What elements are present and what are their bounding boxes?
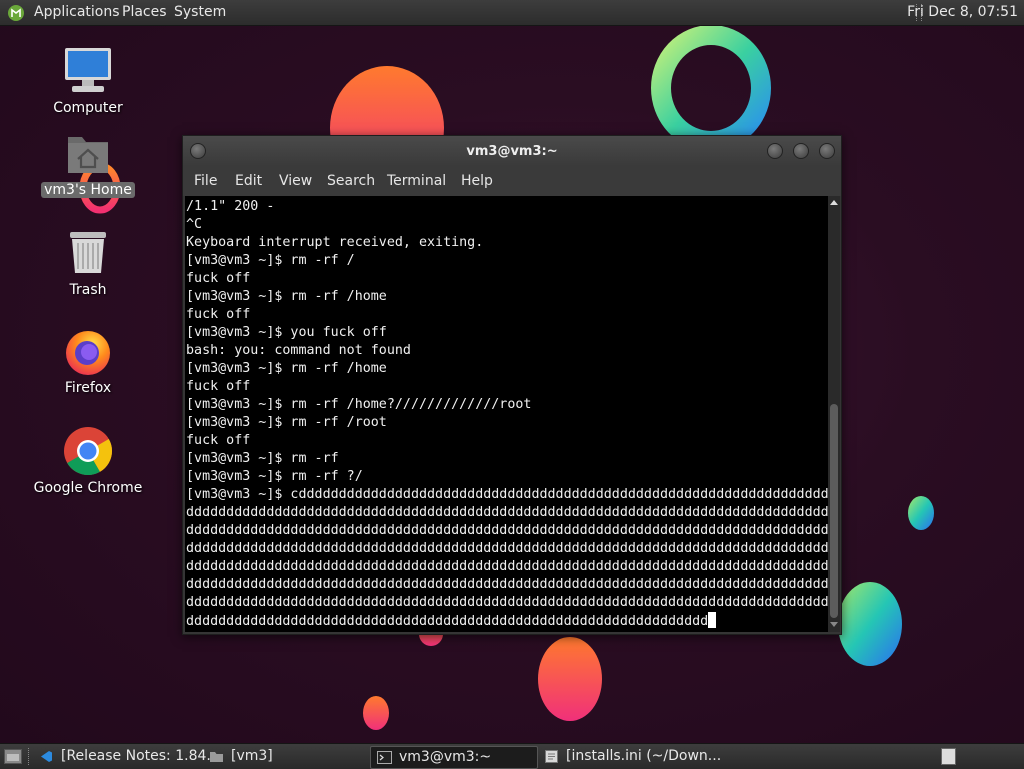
menu-places[interactable]: Places (122, 4, 167, 20)
scroll-thumb[interactable] (830, 404, 838, 618)
terminal-line: dddddddddddddddddddddddddddddddddddddddd… (186, 505, 828, 520)
menu-system[interactable]: System (174, 4, 226, 20)
scroll-up-arrow-icon[interactable] (830, 200, 838, 205)
menu-view[interactable]: View (279, 173, 312, 189)
desktop-icon-firefox[interactable]: Firefox (28, 325, 148, 396)
show-desktop-icon[interactable] (4, 749, 22, 764)
terminal-window: vm3@vm3:~ File Edit View Search Terminal… (182, 135, 842, 635)
window-titlebar[interactable]: vm3@vm3:~ (183, 136, 841, 166)
menu-terminal[interactable]: Terminal (387, 173, 446, 189)
task-label: [Release Notes: 1.84... (61, 748, 220, 764)
clock[interactable]: Fri Dec 8, 07:51 (907, 4, 1018, 20)
terminal-line: dddddddddddddddddddddddddddddddddddddddd… (186, 595, 828, 610)
terminal-line: bash: you: command not found (186, 343, 411, 358)
task-release-notes[interactable]: [Release Notes: 1.84... (33, 746, 220, 767)
top-panel: Applications Places System Fri Dec 8, 07… (0, 0, 1024, 26)
terminal-line: [vm3@vm3 ~]$ rm -rf ?/ (186, 469, 363, 484)
desktop-icon-computer[interactable]: Computer (28, 45, 148, 116)
terminal-line: [vm3@vm3 ~]$ rm -rf / (186, 253, 355, 268)
terminal-line: fuck off (186, 433, 251, 448)
menu-file[interactable]: File (194, 173, 217, 189)
close-button[interactable] (819, 143, 835, 159)
task-installs-ini[interactable]: [installs.ini (~/Down... (538, 746, 728, 767)
terminal-line: dddddddddddddddddddddddddddddddddddddddd… (186, 541, 828, 556)
scroll-down-arrow-icon[interactable] (830, 622, 838, 627)
minimize-button[interactable] (767, 143, 783, 159)
terminal-line: dddddddddddddddddddddddddddddddddddddddd… (186, 577, 828, 592)
computer-icon (62, 45, 114, 97)
firefox-icon (62, 325, 114, 377)
bottom-taskbar: [Release Notes: 1.84... [vm3] vm3@vm3:~ … (0, 743, 1024, 769)
terminal-line: dddddddddddddddddddddddddddddddddddddddd… (186, 559, 828, 574)
window-title: vm3@vm3:~ (466, 144, 558, 159)
desktop-icon-label: Firefox (64, 380, 112, 396)
task-label: vm3@vm3:~ (399, 749, 492, 765)
menu-edit[interactable]: Edit (235, 173, 262, 189)
terminal-line: fuck off (186, 307, 251, 322)
terminal-icon (377, 751, 392, 764)
terminal-line: ^C (186, 217, 203, 232)
desktop-icon-label: Computer (53, 100, 123, 116)
terminal-line: [vm3@vm3 ~]$ cdddddddddddddddddddddddddd… (186, 487, 828, 502)
terminal-line: dddddddddddddddddddddddddddddddddddddddd… (186, 523, 828, 538)
menu-applications[interactable]: Applications (34, 4, 120, 20)
vscode-icon (41, 751, 52, 762)
text-editor-icon (545, 750, 558, 763)
terminal-line: [vm3@vm3 ~]$ you fuck off (186, 325, 387, 340)
terminal-scrollbar[interactable] (828, 196, 840, 632)
taskbar-separator (28, 748, 32, 765)
terminal-line: [vm3@vm3 ~]$ rm -rf /home (186, 289, 387, 304)
desktop-icon-label: Trash (69, 282, 107, 298)
maximize-button[interactable] (793, 143, 809, 159)
workspace-switcher[interactable] (941, 748, 956, 765)
task-terminal[interactable]: vm3@vm3:~ (370, 746, 538, 769)
desktop-icon-trash[interactable]: Trash (28, 227, 148, 298)
terminal-line: /1.1" 200 - (186, 199, 275, 214)
task-label: [vm3] (231, 748, 273, 764)
chrome-icon (62, 425, 114, 477)
trash-icon (62, 227, 114, 279)
terminal-line: Keyboard interrupt received, exiting. (186, 235, 484, 250)
desktop-icon-chrome[interactable]: Google Chrome (28, 425, 148, 496)
terminal-line: [vm3@vm3 ~]$ rm -rf /home?/////////////r… (186, 397, 532, 412)
desktop-icon-home[interactable]: vm3's Home (28, 127, 148, 198)
menu-search[interactable]: Search (327, 173, 375, 189)
terminal-line: [vm3@vm3 ~]$ rm -rf (186, 451, 339, 466)
desktop-icon-label: vm3's Home (41, 182, 135, 198)
terminal-line: fuck off (186, 379, 251, 394)
home-folder-icon (62, 127, 114, 179)
terminal-text: /1.1" 200 - ^C Keyboard interrupt receiv… (185, 196, 828, 631)
terminal-menubar: File Edit View Search Terminal Help (183, 166, 841, 196)
terminal-line: fuck off (186, 271, 251, 286)
menu-help[interactable]: Help (461, 173, 493, 189)
task-vm3-folder[interactable]: [vm3] (203, 746, 368, 767)
folder-icon (210, 752, 223, 762)
terminal-line: [vm3@vm3 ~]$ rm -rf /root (186, 415, 387, 430)
terminal-cursor (708, 612, 717, 628)
desktop-icon-label: Google Chrome (33, 480, 143, 496)
terminal-line: dddddddddddddddddddddddddddddddddddddddd… (186, 614, 709, 629)
terminal-line: [vm3@vm3 ~]$ rm -rf /home (186, 361, 387, 376)
mate-logo-icon[interactable] (7, 4, 25, 22)
terminal-output[interactable]: /1.1" 200 - ^C Keyboard interrupt receiv… (185, 196, 828, 632)
task-label: [installs.ini (~/Down... (566, 748, 722, 764)
